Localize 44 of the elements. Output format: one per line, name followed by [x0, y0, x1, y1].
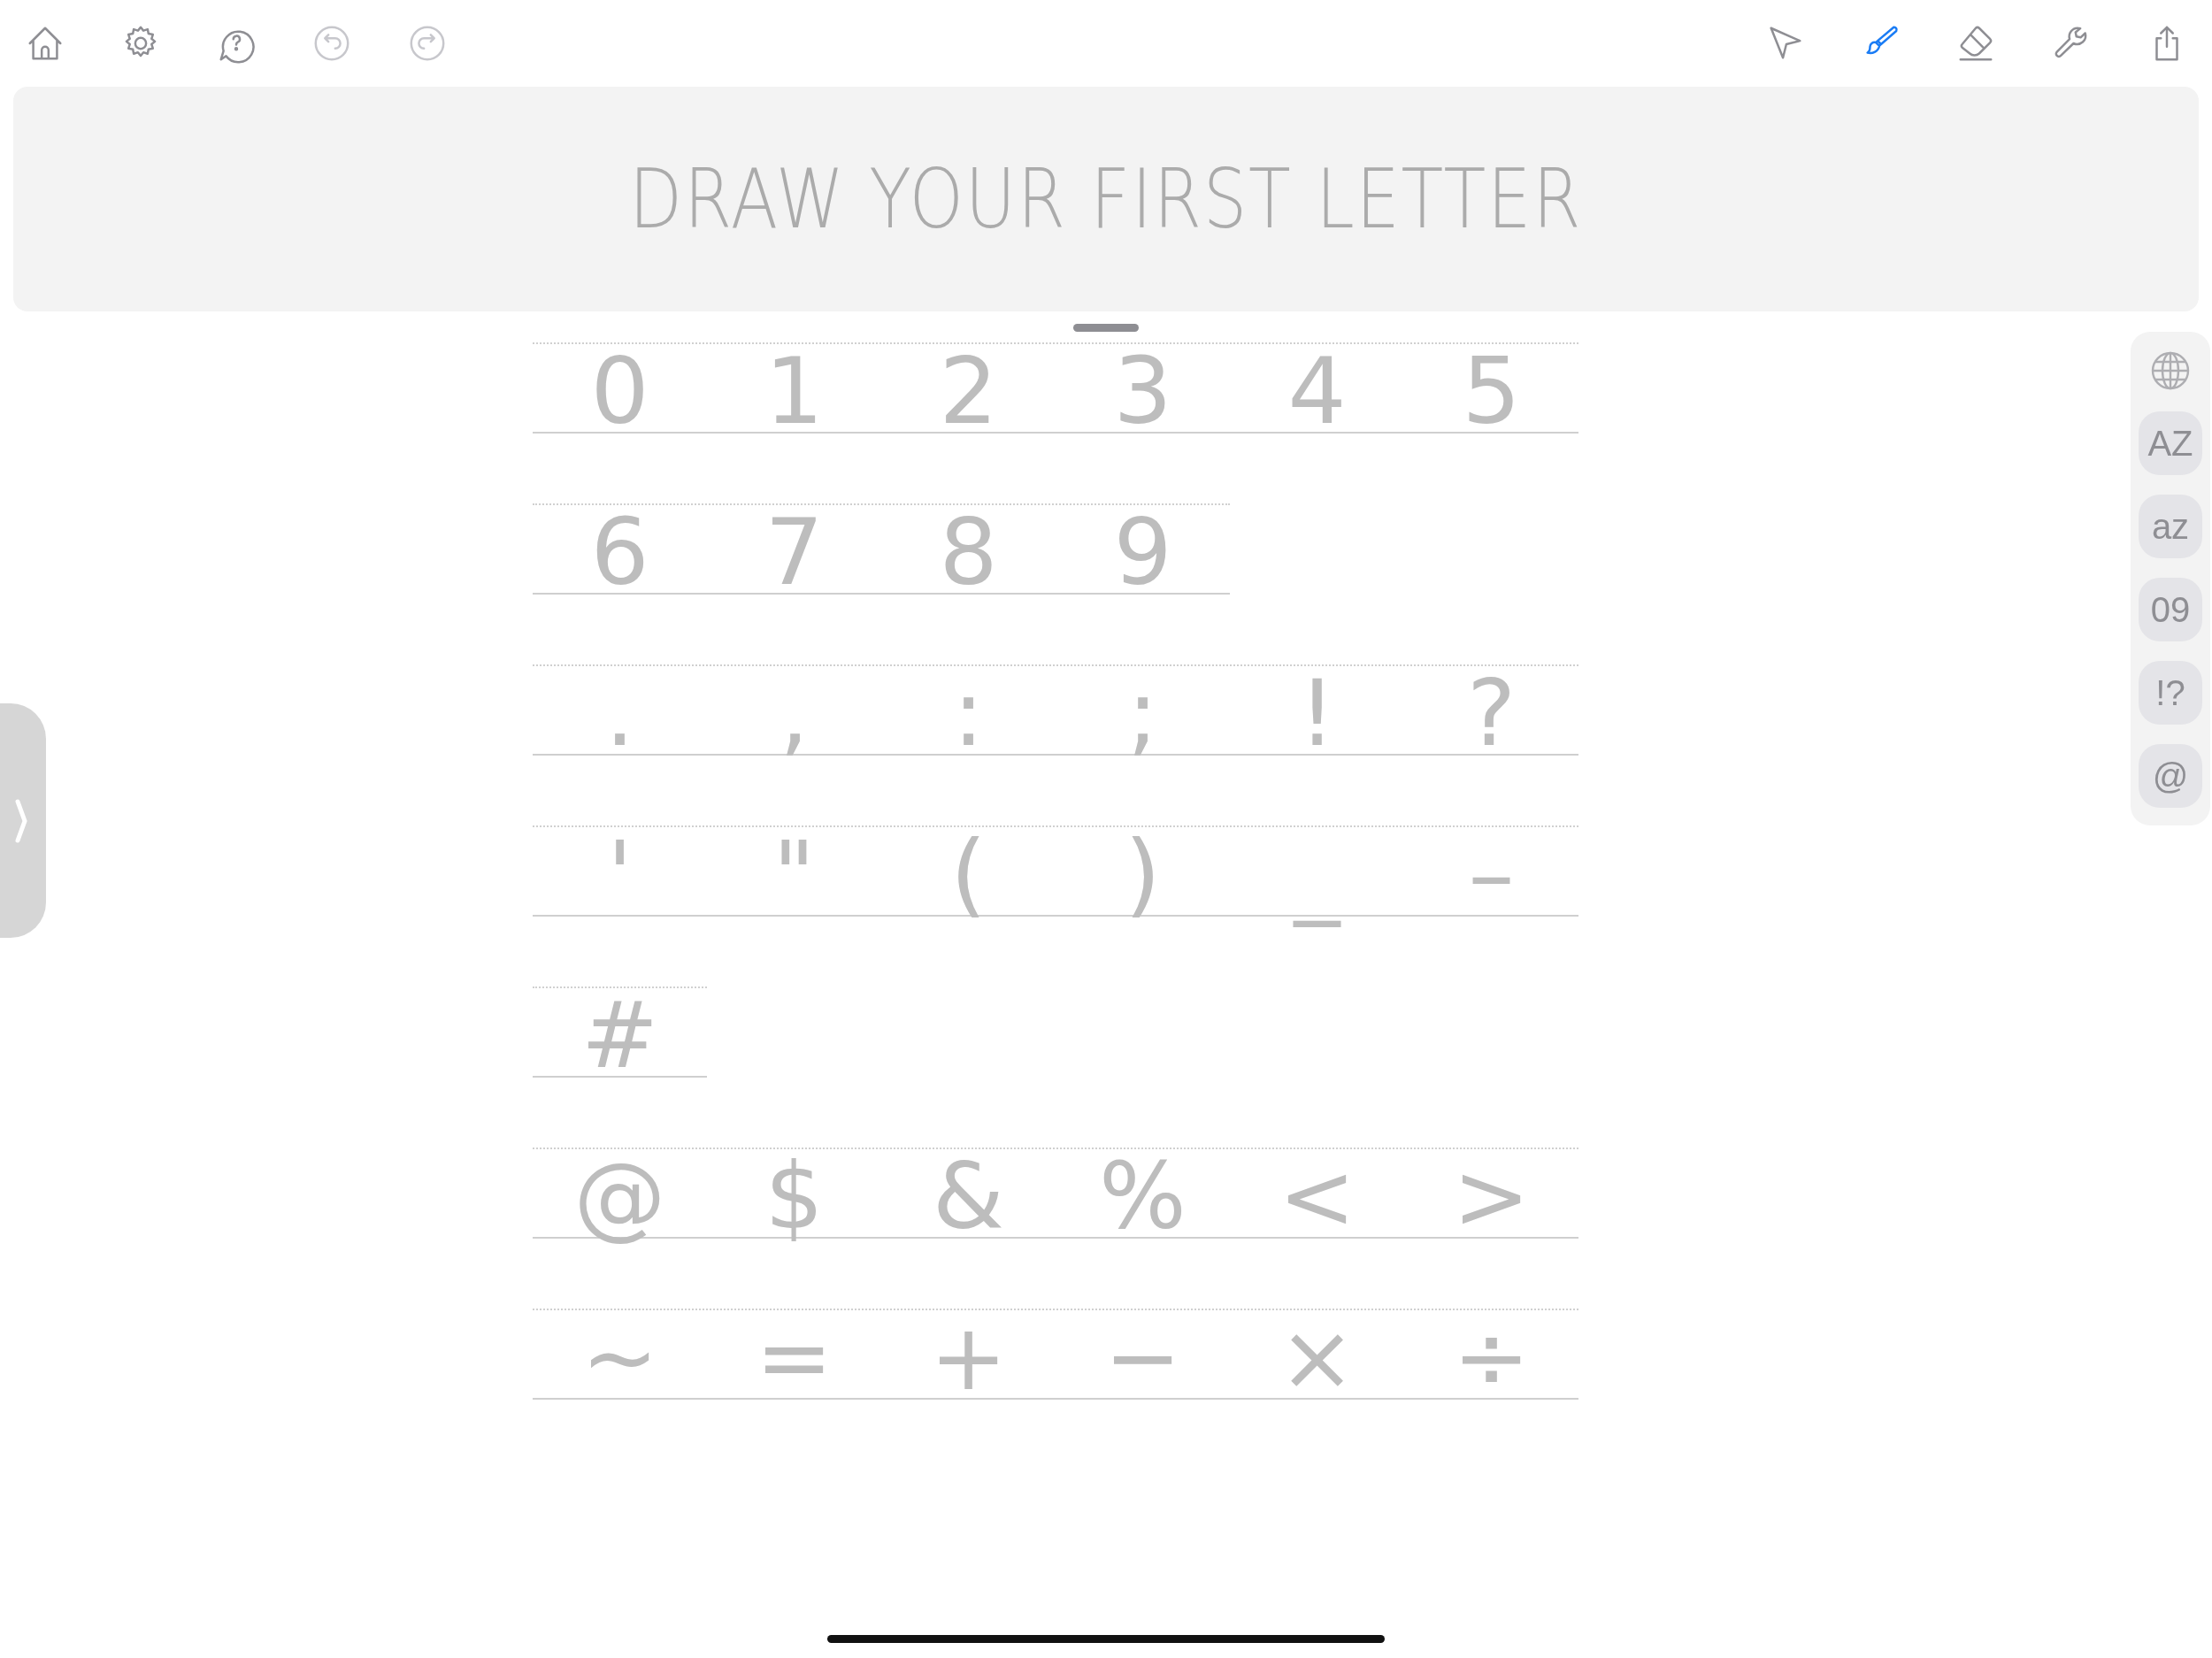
category-button[interactable]: @ [2139, 744, 2202, 808]
glyph-template[interactable]: 4 [1230, 329, 1404, 453]
glyph-template[interactable]: 8 [881, 490, 1056, 614]
glyph-template[interactable]: , [707, 651, 881, 775]
glyph-template[interactable]: 9 [1056, 490, 1230, 614]
category-button[interactable]: AZ [2139, 411, 2202, 475]
side-panel-handle[interactable] [0, 703, 46, 938]
prompt-text: DRAW YOUR FIRST LETTER [629, 151, 1583, 247]
drag-handle[interactable] [1073, 324, 1139, 332]
glyph-template[interactable]: ) [1056, 812, 1230, 936]
glyph-template[interactable]: × [1230, 1295, 1404, 1419]
glyph-template[interactable]: : [881, 651, 1056, 775]
glyph-template[interactable]: ( [881, 812, 1056, 936]
glyph-template[interactable]: = [707, 1295, 881, 1419]
glyph-template[interactable]: 0 [533, 329, 707, 453]
category-button[interactable]: !? [2139, 661, 2202, 725]
glyph-template[interactable]: % [1056, 1134, 1230, 1258]
glyph-template[interactable]: 3 [1056, 329, 1230, 453]
glyph-template[interactable]: 1 [707, 329, 881, 453]
category-button[interactable]: az [2139, 495, 2202, 558]
glyph-template[interactable]: " [707, 812, 881, 936]
glyph-template[interactable]: 2 [881, 329, 1056, 453]
glyph-template[interactable]: + [881, 1295, 1056, 1419]
glyph-template[interactable]: 5 [1404, 329, 1578, 453]
glyph-template[interactable]: . [533, 651, 707, 775]
category-button[interactable]: 09 [2139, 578, 2202, 641]
glyph-template[interactable]: ' [533, 812, 707, 936]
glyph-template[interactable]: – [1404, 812, 1578, 936]
glyph-template[interactable]: 6 [533, 490, 707, 614]
glyph-template[interactable]: $ [707, 1134, 881, 1258]
glyph-template[interactable]: & [881, 1134, 1056, 1258]
glyph-template[interactable]: ? [1404, 651, 1578, 775]
glyph-template[interactable]: < [1230, 1134, 1404, 1258]
glyph-template[interactable]: ~ [533, 1295, 707, 1419]
glyph-template[interactable]: _ [1230, 812, 1404, 936]
glyph-template[interactable]: − [1056, 1295, 1230, 1419]
glyph-template[interactable]: ! [1230, 651, 1404, 775]
glyph-template[interactable]: ÷ [1404, 1295, 1578, 1419]
glyph-template[interactable]: 7 [707, 490, 881, 614]
glyph-template[interactable]: > [1404, 1134, 1578, 1258]
globe-icon[interactable] [2149, 349, 2192, 392]
glyph-template[interactable]: ; [1056, 651, 1230, 775]
glyph-template[interactable]: @ [533, 1134, 707, 1258]
glyph-template[interactable]: # [533, 973, 707, 1097]
